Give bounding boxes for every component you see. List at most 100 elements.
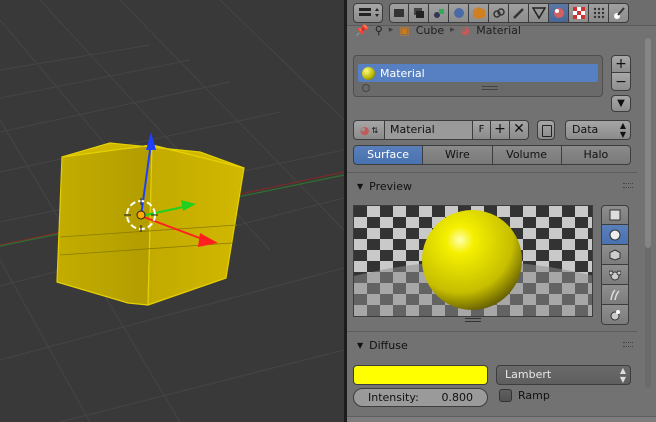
new-material-button[interactable]: + <box>491 120 510 140</box>
properties-scrollbar[interactable] <box>645 38 651 388</box>
tab-object[interactable] <box>469 3 489 23</box>
preview-render <box>354 206 592 316</box>
object-icon <box>472 7 485 19</box>
fake-user-button[interactable]: F <box>473 120 491 140</box>
data-icon <box>531 7 546 20</box>
physics-icon <box>613 7 625 19</box>
properties-editor: 📌 ⚲ ▸ ▣ Cube ▸ ◕ Material Material + − ▼… <box>347 0 656 422</box>
tab-world[interactable] <box>449 3 469 23</box>
sphere-icon <box>609 229 621 240</box>
preview-sphere-button[interactable] <box>601 225 629 245</box>
collapse-triangle-icon: ▼ <box>357 181 364 191</box>
tab-modifiers[interactable] <box>509 3 529 23</box>
tab-render[interactable] <box>389 3 409 23</box>
editor-type-icon <box>359 8 379 17</box>
tab-physics[interactable] <box>609 3 629 23</box>
ramp-toggle[interactable]: Ramp <box>499 389 550 402</box>
preview-panel-title: Preview <box>369 179 412 193</box>
material-name-field[interactable]: Material <box>385 120 473 140</box>
tab-volume[interactable]: Volume <box>492 145 562 165</box>
viewport-scene <box>0 0 344 422</box>
context-tabs <box>389 3 629 23</box>
link-select-value: Data <box>572 123 599 136</box>
tab-particles[interactable] <box>589 3 609 23</box>
up-down-icon: ▲ ▼ <box>619 121 626 139</box>
preview-hair-button[interactable] <box>601 285 629 305</box>
breadcrumb: 📌 ⚲ ▸ ▣ Cube ▸ ◕ Material <box>355 22 521 38</box>
monkey-icon <box>609 270 621 280</box>
browse-material-button[interactable]: ◕ ⇅ <box>353 120 385 140</box>
texture-icon <box>572 7 585 19</box>
breadcrumb-object: Cube <box>415 23 445 37</box>
material-icon: ◕ <box>359 123 370 137</box>
world-sphere-icon <box>610 309 620 320</box>
material-type-tabs: Surface Wire Volume Halo <box>353 145 631 165</box>
plus-icon: + <box>494 121 506 137</box>
tab-data[interactable] <box>529 3 549 23</box>
diffuse-shader-value: Lambert <box>505 368 552 381</box>
tab-wire[interactable]: Wire <box>423 145 493 165</box>
filter-options-icon[interactable] <box>362 84 370 92</box>
slot-side-buttons: + − ▼ <box>611 55 631 112</box>
material-slot-item[interactable]: Material <box>358 64 598 82</box>
material-icon <box>553 8 564 18</box>
diffuse-intensity-slider[interactable]: Intensity: 0.800 <box>353 388 488 407</box>
remove-slot-button[interactable]: − <box>611 73 631 91</box>
drag-grip-icon[interactable] <box>623 183 633 188</box>
preview-monkey-button[interactable] <box>601 265 629 285</box>
link-select[interactable]: Data ▲ ▼ <box>565 120 631 140</box>
up-down-icon: ⇅ <box>371 125 379 135</box>
render-icon <box>394 9 404 17</box>
chevron-right-icon: ▸ <box>450 25 455 35</box>
resize-grip[interactable] <box>482 86 498 90</box>
tab-surface[interactable]: Surface <box>353 145 424 165</box>
preview-flat-button[interactable] <box>601 205 629 225</box>
scene-icon: ⚲ <box>374 23 383 37</box>
close-icon: ✕ <box>513 121 525 137</box>
diffuse-panel-header[interactable]: ▼ Diffuse <box>347 334 637 356</box>
tab-material[interactable] <box>549 3 569 23</box>
scene-icon <box>433 9 444 18</box>
chevron-right-icon: ▸ <box>388 25 394 35</box>
cube-icon <box>609 248 621 261</box>
render-layers-icon <box>413 8 424 18</box>
diffuse-shader-select[interactable]: Lambert ▲ ▼ <box>496 365 631 385</box>
drag-grip-icon[interactable] <box>623 342 633 347</box>
constraints-icon <box>492 8 505 18</box>
scrollbar-thumb[interactable] <box>645 38 651 248</box>
breadcrumb-material: Material <box>476 23 521 37</box>
tab-texture[interactable] <box>569 3 589 23</box>
collapse-triangle-icon: ▼ <box>357 340 364 350</box>
panel-bottom-edge <box>347 416 656 422</box>
add-slot-button[interactable]: + <box>611 55 631 73</box>
tab-constraints[interactable] <box>489 3 509 23</box>
z-arrow-icon <box>146 132 156 150</box>
plane-icon <box>609 209 621 221</box>
modifiers-icon <box>512 8 524 19</box>
ramp-checkbox[interactable] <box>499 389 512 402</box>
preview-world-button[interactable] <box>601 305 629 325</box>
material-slot-list[interactable]: Material <box>353 55 603 97</box>
material-sphere-icon <box>362 66 375 80</box>
preview-cube-button[interactable] <box>601 245 629 265</box>
slot-specials-button[interactable]: ▼ <box>611 95 631 112</box>
panel-divider <box>347 331 637 332</box>
resize-grip[interactable] <box>465 318 481 322</box>
unlink-material-button[interactable]: ✕ <box>510 120 529 140</box>
editor-type-button[interactable] <box>353 3 383 23</box>
intensity-label: Intensity: <box>368 391 419 404</box>
pin-icon[interactable]: 📌 <box>355 24 369 37</box>
link-toggle-button[interactable] <box>537 120 555 140</box>
diffuse-panel-title: Diffuse <box>369 338 408 352</box>
3d-viewport[interactable] <box>0 0 344 422</box>
material-preview <box>353 205 593 317</box>
tab-halo[interactable]: Halo <box>561 145 631 165</box>
minus-icon: − <box>615 73 627 90</box>
tab-scene[interactable] <box>429 3 449 23</box>
preview-panel-header[interactable]: ▼ Preview <box>347 175 637 197</box>
diffuse-color-swatch[interactable] <box>353 365 488 385</box>
intensity-value: 0.800 <box>441 391 474 404</box>
preview-type-buttons <box>601 205 629 325</box>
particles-icon <box>593 7 604 19</box>
tab-render-layers[interactable] <box>409 3 429 23</box>
